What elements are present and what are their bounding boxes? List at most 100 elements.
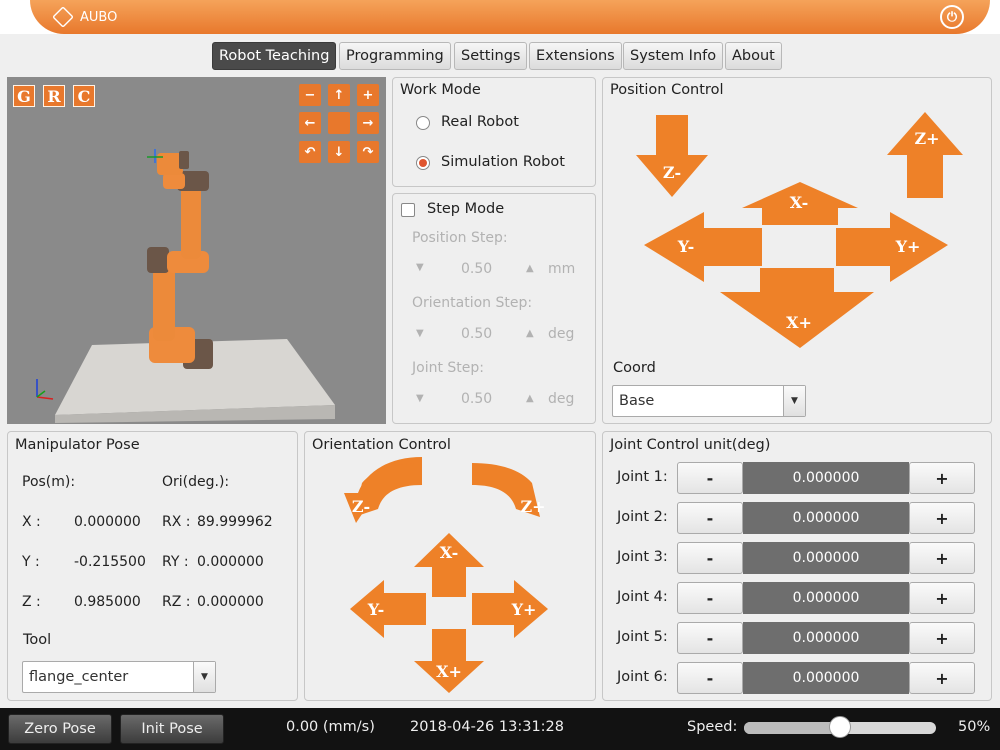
joint-label: Joint 5: [617,629,668,645]
step-mode-checkbox[interactable] [401,203,415,217]
real-robot-label[interactable]: Real Robot [441,114,519,130]
center-view-icon[interactable] [328,112,350,134]
arrow-up-icon[interactable]: ↑ [328,84,350,106]
position-z-minus-button[interactable]: Z- [636,115,708,197]
joint-value: 0.000000 [743,662,909,694]
joint-label: Joint 4: [617,589,668,605]
position-y-plus-button[interactable]: Y+ [836,212,948,282]
joint-step-value[interactable]: 0.50 [461,391,492,407]
joint-decrease-button[interactable]: - [677,662,743,694]
app-logo: AUBO [52,6,117,28]
orientation-y-plus-button[interactable]: Y+ [472,580,548,638]
position-z-plus-button[interactable]: Z+ [887,112,963,198]
position-step-value[interactable]: 0.50 [461,261,492,277]
speed-slider[interactable] [744,716,936,738]
tab-settings[interactable]: Settings [454,42,528,70]
joint-decrease-button[interactable]: - [677,582,743,614]
view-r-button[interactable]: R [43,85,65,107]
zoom-out-icon[interactable]: − [299,84,321,106]
tool-select[interactable]: flange_center ▼ [22,661,216,693]
coord-label: Coord [613,360,656,376]
position-x-plus-button[interactable]: X+ [720,268,874,348]
orientation-step-label: Orientation Step: [412,295,533,311]
joint-increase-button[interactable]: + [909,582,975,614]
velocity-readout: 0.00 (mm/s) [286,719,375,735]
manipulator-pose-title: Manipulator Pose [15,437,140,453]
position-step-increase-icon[interactable]: ▲ [526,263,534,274]
logo-text: AUBO [80,9,118,25]
orientation-x-minus-button[interactable]: X- [414,533,484,597]
pos-header: Pos(m): [22,474,76,490]
z-minus-label: Z- [663,163,681,182]
arrow-down-icon[interactable]: ↓ [328,141,350,163]
joint-control-title: Joint Control unit(deg) [610,437,771,453]
orientation-z-plus-button[interactable]: Z+ [472,463,546,517]
pose-pos-x: 0.000000 [74,514,141,530]
pose-ori-rx: 89.999962 [197,514,273,530]
pose-axis-z: Z : [22,594,41,610]
ori-header: Ori(deg.): [162,474,230,490]
joint-increase-button[interactable]: + [909,462,975,494]
arrow-left-icon[interactable]: ← [299,112,321,134]
axis-marker [36,379,54,400]
simulation-robot-radio[interactable] [416,156,430,170]
tab-programming[interactable]: Programming [339,42,451,70]
pose-ori-label-ry: RY : [162,554,189,570]
tab-robot-teaching[interactable]: Robot Teaching [212,42,337,70]
power-icon[interactable]: ⏻ [940,5,964,29]
orientation-x-plus-button[interactable]: X+ [414,629,484,693]
pose-ori-label-rz: RZ : [162,594,191,610]
joint-decrease-button[interactable]: - [677,622,743,654]
orientation-control-title: Orientation Control [312,437,451,453]
tab-extensions[interactable]: Extensions [529,42,622,70]
joint-label: Joint 1: [617,469,668,485]
chevron-down-icon[interactable]: ▼ [193,662,215,692]
pose-axis-x: X : [22,514,41,530]
joint-increase-button[interactable]: + [909,542,975,574]
x-minus-label: X- [790,193,808,212]
arrow-right-icon[interactable]: → [357,112,379,134]
speed-label: Speed: [687,719,738,735]
orientation-y-minus-label: Y- [367,600,384,619]
x-plus-label: X+ [786,313,812,332]
orientation-z-minus-button[interactable]: Z- [344,457,422,523]
zero-pose-button[interactable]: Zero Pose [8,714,112,744]
zoom-in-icon[interactable]: + [357,84,379,106]
joint-value: 0.000000 [743,622,909,654]
title-bar [0,0,1000,34]
joint-decrease-button[interactable]: - [677,462,743,494]
joint-decrease-button[interactable]: - [677,542,743,574]
real-robot-radio[interactable] [416,116,430,130]
joint-step-decrease-icon[interactable]: ▼ [416,393,424,404]
orientation-z-plus-label: Z+ [520,497,545,516]
position-y-minus-button[interactable]: Y- [644,212,762,282]
view-c-button[interactable]: C [73,85,95,107]
orientation-z-minus-label: Z- [352,497,370,516]
rotate-left-icon[interactable]: ↶ [299,141,321,163]
y-plus-label: Y+ [895,237,921,256]
init-pose-button[interactable]: Init Pose [120,714,224,744]
orientation-step-value[interactable]: 0.50 [461,326,492,342]
joint-label: Joint 6: [617,669,668,685]
joint-step-increase-icon[interactable]: ▲ [526,393,534,404]
orientation-step-increase-icon[interactable]: ▲ [526,328,534,339]
coord-select[interactable]: Base ▼ [612,385,806,417]
simulation-robot-label[interactable]: Simulation Robot [441,154,565,170]
position-step-decrease-icon[interactable]: ▼ [416,262,424,273]
tab-system-info[interactable]: System Info [623,42,724,70]
speed-value: 50% [958,719,991,735]
orientation-step-decrease-icon[interactable]: ▼ [416,328,424,339]
joint-decrease-button[interactable]: - [677,502,743,534]
view-g-button[interactable]: G [13,85,35,107]
tool-value: flange_center [29,669,129,685]
step-mode-label[interactable]: Step Mode [427,201,504,217]
joint-increase-button[interactable]: + [909,622,975,654]
orientation-y-minus-button[interactable]: Y- [350,580,426,638]
joint-increase-button[interactable]: + [909,502,975,534]
position-x-minus-button[interactable]: X- [742,182,858,225]
joint-increase-button[interactable]: + [909,662,975,694]
rotate-right-icon[interactable]: ↷ [357,141,379,163]
speed-slider-handle[interactable] [829,716,851,738]
tab-about[interactable]: About [725,42,782,70]
chevron-down-icon[interactable]: ▼ [783,386,805,416]
